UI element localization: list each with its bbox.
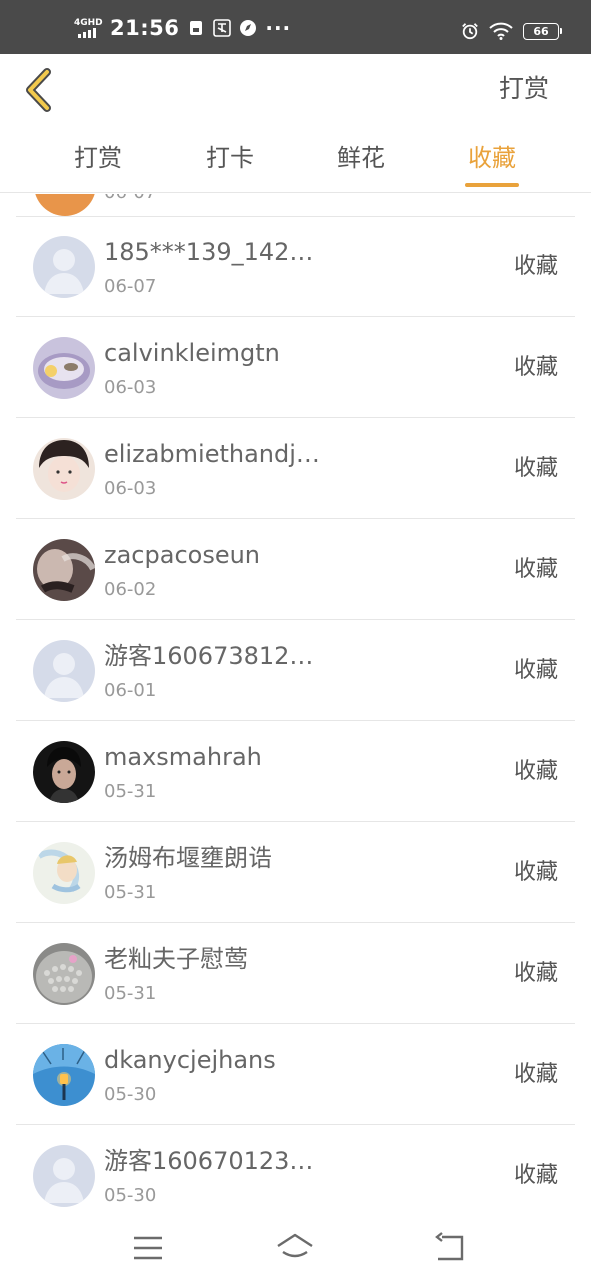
list-item[interactable]: elizabmiethandj… 06-03 收藏 xyxy=(16,419,575,519)
list-item[interactable]: 185***139_142… 06-07 收藏 xyxy=(16,217,575,317)
avatar xyxy=(33,438,95,500)
back-nav-button[interactable] xyxy=(430,1230,470,1266)
favorite-label: 收藏 xyxy=(513,355,558,380)
home-icon xyxy=(277,1233,313,1258)
item-date: 06-01 xyxy=(104,680,157,701)
lantern-photo-avatar xyxy=(33,1044,95,1106)
active-tab-indicator xyxy=(465,183,519,187)
tab-favorites[interactable]: 收藏 xyxy=(452,140,532,176)
avatar xyxy=(33,943,95,1005)
avatar xyxy=(33,1044,95,1106)
tab-flowers[interactable]: 鲜花 xyxy=(321,140,401,176)
default-avatar-icon xyxy=(33,1145,95,1207)
list-item[interactable]: dkanycjejhans 05-30 收藏 xyxy=(16,1025,575,1125)
back-icon xyxy=(435,1232,464,1261)
translate-icon xyxy=(213,19,232,37)
item-date: 06-07 xyxy=(104,276,157,297)
list-item[interactable]: maxsmahrah 05-31 收藏 xyxy=(16,722,575,822)
item-date: 06-03 xyxy=(104,478,157,499)
avatar xyxy=(33,640,95,702)
header: 打赏 xyxy=(0,54,591,126)
list-item[interactable]: calvinkleimgtn 06-03 收藏 xyxy=(16,318,575,418)
cellular-signal-icon: 4GHD xyxy=(72,16,103,40)
more-icon: ··· xyxy=(265,16,292,40)
avatar xyxy=(33,236,95,298)
chevron-left-icon xyxy=(26,68,51,112)
tab-reward[interactable]: 打赏 xyxy=(58,140,138,176)
item-date: 05-31 xyxy=(104,781,157,802)
list-item[interactable]: 汤姆布堰壅朗诰 05-31 收藏 xyxy=(16,823,575,923)
user-name: elizabmiethandj… xyxy=(104,440,320,468)
favorite-label: 收藏 xyxy=(513,759,558,784)
user-name: maxsmahrah xyxy=(104,743,262,771)
status-time: 21:56 xyxy=(110,16,180,40)
favorite-label: 收藏 xyxy=(513,860,558,885)
avatar xyxy=(33,1145,95,1207)
default-avatar-icon xyxy=(33,640,95,702)
favorite-label: 收藏 xyxy=(513,658,558,683)
item-date: 05-30 xyxy=(104,1185,157,1206)
system-nav-bar xyxy=(0,1220,591,1280)
list-item[interactable]: 老籼夫子慰莺 05-31 收藏 xyxy=(16,924,575,1024)
list-item[interactable]: 游客160670123… 05-30 收藏 xyxy=(16,1126,575,1220)
favorite-label: 收藏 xyxy=(513,456,558,481)
reward-button[interactable]: 打赏 xyxy=(499,72,549,106)
user-name: 游客160673812… xyxy=(104,642,314,670)
avatar xyxy=(33,842,95,904)
tab-checkin[interactable]: 打卡 xyxy=(190,140,270,176)
user-name: 游客160670123… xyxy=(104,1147,314,1175)
avatar xyxy=(33,539,95,601)
item-date: 06-07 xyxy=(104,194,156,203)
battery-indicator: 66 xyxy=(523,22,562,40)
item-date: 06-03 xyxy=(104,377,157,398)
favorite-label: 收藏 xyxy=(513,557,558,582)
knit-photo-avatar xyxy=(33,943,95,1005)
avatar xyxy=(34,194,96,216)
food-photo-avatar xyxy=(33,337,95,399)
home-button[interactable] xyxy=(275,1230,315,1266)
item-date: 06-02 xyxy=(104,579,157,600)
user-name: 老籼夫子慰莺 xyxy=(104,945,248,973)
list-item[interactable]: 06-07 xyxy=(16,194,575,217)
item-date: 05-31 xyxy=(104,882,157,903)
wifi-icon xyxy=(489,22,513,40)
user-name: 185***139_142… xyxy=(104,238,314,266)
favorite-label: 收藏 xyxy=(513,961,558,986)
menu-icon xyxy=(134,1236,162,1260)
sim-card-icon xyxy=(187,19,205,37)
favorite-label: 收藏 xyxy=(513,254,558,279)
default-avatar-icon xyxy=(33,236,95,298)
favorites-list: 06-07 185***139_142… 06-07 收藏 calvinklei… xyxy=(0,194,591,1220)
item-date: 05-30 xyxy=(104,1084,157,1105)
user-name: dkanycjejhans xyxy=(104,1046,276,1074)
favorite-label: 收藏 xyxy=(513,1163,558,1188)
girl-photo-avatar xyxy=(33,438,95,500)
user-name: calvinkleimgtn xyxy=(104,339,280,367)
avatar xyxy=(33,741,95,803)
back-button[interactable] xyxy=(20,68,60,112)
item-date: 05-31 xyxy=(104,983,157,1004)
man-photo-avatar xyxy=(33,741,95,803)
tab-bar: 打赏 打卡 鲜花 收藏 xyxy=(0,126,591,193)
user-name: 汤姆布堰壅朗诰 xyxy=(104,844,272,872)
status-bar: 4GHD 21:56 ··· 66 xyxy=(0,0,591,54)
smoke-photo-avatar xyxy=(33,539,95,601)
illustration-avatar xyxy=(33,842,95,904)
menu-button[interactable] xyxy=(128,1230,168,1266)
list-item[interactable]: 游客160673812… 06-01 收藏 xyxy=(16,621,575,721)
compass-icon xyxy=(239,19,257,37)
alarm-icon xyxy=(461,22,479,40)
list-item[interactable]: zacpacoseun 06-02 收藏 xyxy=(16,520,575,620)
favorite-label: 收藏 xyxy=(513,1062,558,1087)
user-name: zacpacoseun xyxy=(104,541,261,569)
avatar xyxy=(33,337,95,399)
